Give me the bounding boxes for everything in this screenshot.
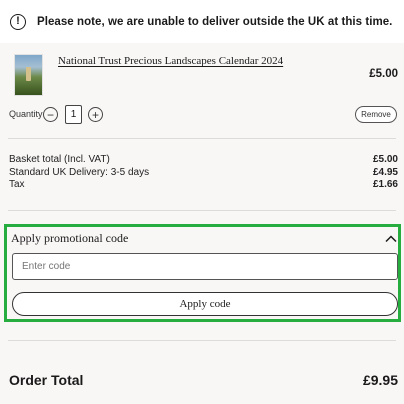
delivery-notice: ! Please note, we are unable to deliver … xyxy=(0,0,404,43)
summary-value: £5.00 xyxy=(372,154,398,165)
summary-value: £1.66 xyxy=(372,179,398,191)
order-total-label: Order Total xyxy=(9,372,84,388)
divider xyxy=(8,340,396,341)
basket-summary: Basket total (Incl. VAT) £5.00 Standard … xyxy=(9,154,398,192)
order-total: Order Total £9.95 xyxy=(9,372,398,388)
summary-label: Tax xyxy=(9,179,25,191)
summary-row-tax: Tax £1.66 xyxy=(9,179,398,192)
promo-code-input[interactable] xyxy=(12,253,398,280)
divider xyxy=(8,138,396,139)
remove-button[interactable]: Remove xyxy=(355,106,397,123)
apply-code-button[interactable]: Apply code xyxy=(12,292,398,316)
order-total-value: £9.95 xyxy=(362,372,398,388)
product-title-link[interactable]: National Trust Precious Landscapes Calen… xyxy=(58,55,283,67)
product-thumbnail[interactable] xyxy=(14,54,43,96)
summary-row-delivery: Standard UK Delivery: 3-5 days £4.95 xyxy=(9,167,398,180)
summary-value: £4.95 xyxy=(372,166,398,178)
exclamation-icon: ! xyxy=(10,13,26,30)
summary-label: Standard UK Delivery: 3-5 days xyxy=(9,166,150,178)
summary-row-basket-total: Basket total (Incl. VAT) £5.00 xyxy=(9,154,398,167)
basket-item: National Trust Precious Landscapes Calen… xyxy=(0,43,404,138)
promo-toggle[interactable]: Apply promotional code xyxy=(11,229,397,247)
quantity-label: Quantity xyxy=(9,109,43,119)
summary-label: Basket total (Incl. VAT) xyxy=(9,154,110,165)
promo-code-section: Apply promotional code Apply code xyxy=(4,224,401,322)
plus-icon[interactable]: + xyxy=(88,107,103,122)
chevron-up-icon[interactable] xyxy=(385,232,397,244)
quantity-field[interactable]: 1 xyxy=(65,105,82,124)
promo-title: Apply promotional code xyxy=(11,230,129,245)
product-price: £5.00 xyxy=(369,68,398,80)
divider xyxy=(8,210,396,211)
notice-message: Please note, we are unable to deliver ou… xyxy=(37,15,393,28)
minus-icon[interactable]: − xyxy=(43,107,58,122)
